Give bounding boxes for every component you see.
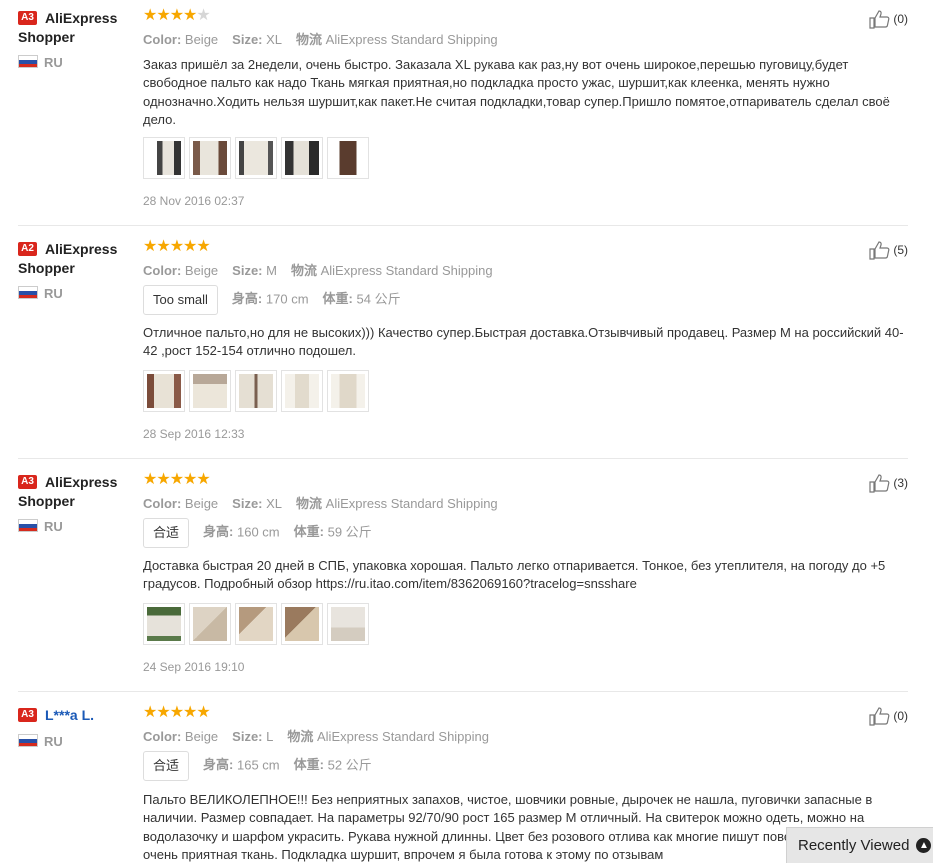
- buyer-name: AliExpress: [45, 10, 118, 26]
- body-info: 合适 身高: 165 cm 体重: 52 公斤: [143, 751, 372, 781]
- order-info: Color: Beige Size: M 物流 AliExpress Standar…: [143, 263, 493, 278]
- star-icon: ★: [183, 7, 197, 24]
- review-photo[interactable]: [327, 603, 369, 645]
- star-icon: ★: [183, 471, 197, 488]
- buyer-name-line2: Shopper: [18, 29, 75, 45]
- star-icon: ★: [143, 471, 157, 488]
- fit-tag: Too small: [143, 285, 218, 315]
- star-icon: ★: [156, 704, 170, 721]
- star-icon: ★: [169, 7, 184, 24]
- russia-flag-icon: [18, 55, 38, 68]
- review-text: Отличное пальто,но для не высоких))) Кач…: [143, 325, 904, 359]
- star-icon: ★: [143, 704, 157, 721]
- review-photos: [143, 603, 373, 645]
- chevron-up-icon: ▲: [916, 838, 932, 853]
- buyer-name-line2: Shopper: [18, 493, 75, 509]
- buyer-level-badge: A3: [18, 708, 37, 722]
- buyer-name: AliExpress: [45, 241, 118, 257]
- body-info: Too small 身高: 170 cm 体重: 54 公斤: [143, 285, 401, 315]
- russia-flag-icon: [18, 286, 38, 299]
- star-icon: ★: [169, 238, 184, 255]
- russia-flag-icon: [18, 519, 38, 532]
- review-photo[interactable]: [327, 137, 369, 179]
- review-date: 28 Sep 2016 12:33: [143, 427, 245, 441]
- fit-tag: 合适: [143, 518, 190, 548]
- helpful-count: (5): [893, 243, 908, 257]
- star-rating: ★★★★★: [143, 704, 211, 721]
- review-photo[interactable]: [281, 137, 323, 179]
- star-icon: ★: [156, 238, 170, 255]
- thumbs-up-icon: [869, 10, 890, 29]
- review-text: Доставка быстрая 20 дней в СПБ, упаковка…: [143, 558, 886, 592]
- order-info: Color: Beige Size: L 物流 AliExpress Standar…: [143, 729, 489, 744]
- thumbs-up-icon: [869, 707, 890, 726]
- buyer-name-link[interactable]: L***a L.: [45, 706, 94, 725]
- star-icon: ★: [156, 7, 170, 24]
- helpful-count: (0): [893, 12, 908, 26]
- buyer-country: RU: [44, 55, 63, 70]
- thumbs-up-icon: [869, 241, 890, 260]
- thumbs-up-icon: [869, 474, 890, 493]
- buyer-name: AliExpress: [45, 474, 118, 490]
- review-photo[interactable]: [235, 603, 277, 645]
- star-icon: ★: [143, 7, 157, 24]
- buyer-country: RU: [44, 519, 63, 534]
- review-photo[interactable]: [281, 603, 323, 645]
- buyer-level-badge: A3: [18, 475, 37, 489]
- review-photo[interactable]: [189, 603, 231, 645]
- helpful-button[interactable]: (0): [869, 706, 908, 726]
- order-info: Color: Beige Size: XL 物流 AliExpress Standa…: [143, 496, 498, 511]
- star-icon: ★: [156, 471, 170, 488]
- star-icon: ★: [196, 238, 210, 255]
- helpful-count: (0): [893, 709, 908, 723]
- review-photo[interactable]: [235, 370, 277, 412]
- divider: [18, 225, 908, 226]
- buyer-country: RU: [44, 734, 63, 749]
- star-rating: ★★★★★: [143, 238, 211, 255]
- star-empty-icon: ★: [196, 7, 210, 24]
- star-icon: ★: [169, 704, 184, 721]
- fit-tag: 合适: [143, 751, 190, 781]
- body-info: 合适 身高: 160 cm 体重: 59 公斤: [143, 518, 372, 548]
- review-photo[interactable]: [189, 137, 231, 179]
- star-icon: ★: [169, 471, 184, 488]
- review-text: Заказ пришёл за 2недели, очень быстро. З…: [143, 57, 890, 127]
- star-icon: ★: [183, 238, 197, 255]
- helpful-button[interactable]: (0): [869, 9, 908, 29]
- star-icon: ★: [143, 238, 157, 255]
- review-photo[interactable]: [143, 137, 185, 179]
- divider: [18, 691, 908, 692]
- review-date: 24 Sep 2016 19:10: [143, 660, 245, 674]
- order-info: Color: Beige Size: XL 物流 AliExpress Standa…: [143, 32, 498, 47]
- review-photos: [143, 370, 373, 412]
- review-date: 28 Nov 2016 02:37: [143, 194, 245, 208]
- buyer-level-badge: A3: [18, 11, 37, 25]
- buyer-name-line2: Shopper: [18, 260, 75, 276]
- helpful-button[interactable]: (3): [869, 473, 908, 493]
- recently-viewed-button[interactable]: Recently Viewed ▲: [786, 827, 933, 863]
- buyer-country: RU: [44, 286, 63, 301]
- star-icon: ★: [196, 704, 210, 721]
- star-rating: ★★★★★: [143, 471, 211, 488]
- review-photos: [143, 137, 373, 179]
- review-photo[interactable]: [143, 603, 185, 645]
- divider: [18, 458, 908, 459]
- star-icon: ★: [183, 704, 197, 721]
- review-photo[interactable]: [327, 370, 369, 412]
- review-photo[interactable]: [189, 370, 231, 412]
- russia-flag-icon: [18, 734, 38, 747]
- review-photo[interactable]: [281, 370, 323, 412]
- helpful-button[interactable]: (5): [869, 240, 908, 260]
- star-icon: ★: [196, 471, 210, 488]
- helpful-count: (3): [893, 476, 908, 490]
- review-photo[interactable]: [143, 370, 185, 412]
- review-photo[interactable]: [235, 137, 277, 179]
- recently-viewed-label: Recently Viewed: [798, 837, 910, 854]
- star-rating: ★★★★★: [143, 7, 211, 24]
- buyer-level-badge: A2: [18, 242, 37, 256]
